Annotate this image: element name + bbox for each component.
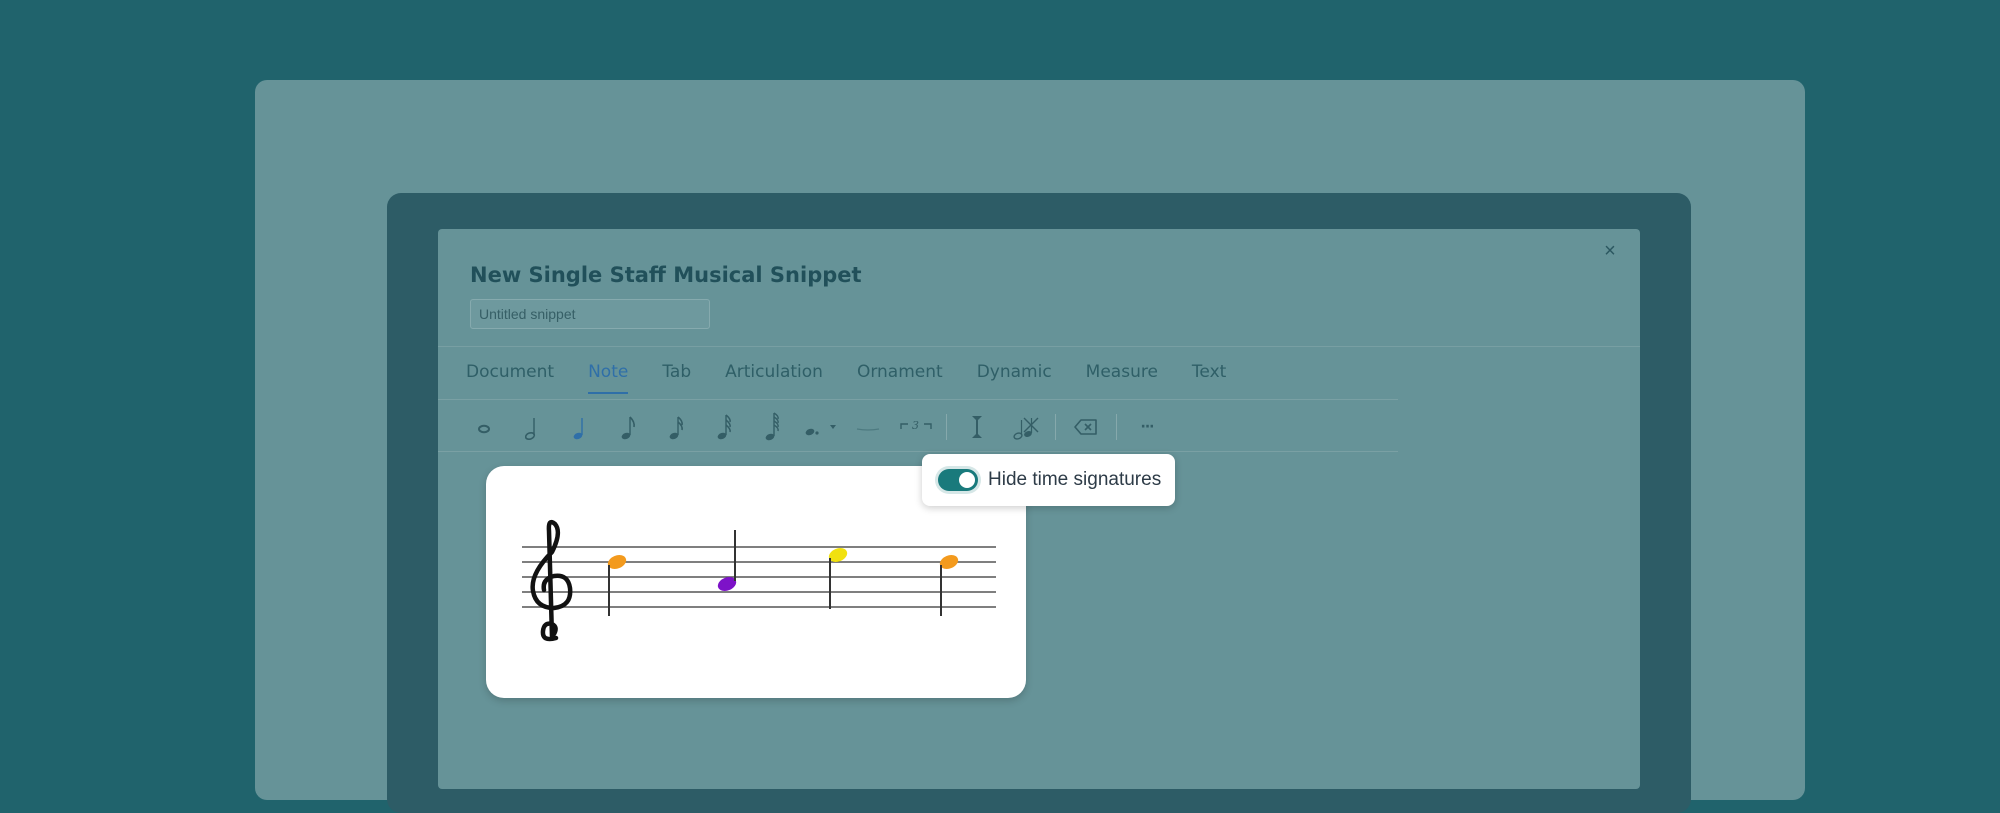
time-signature-toggle-popover: Hide time signatures xyxy=(922,454,1176,506)
tuplet-number: 3 xyxy=(912,419,919,432)
eighth-note-icon xyxy=(621,416,635,440)
tab-document[interactable]: Document xyxy=(466,362,554,394)
tab-ornament[interactable]: Ornament xyxy=(857,362,943,394)
quarter-note-button[interactable] xyxy=(556,407,604,447)
rest-toggle-button[interactable] xyxy=(1001,407,1049,447)
half-note-button[interactable] xyxy=(508,407,556,447)
treble-clef-icon xyxy=(530,519,573,642)
dotted-note-button[interactable] xyxy=(796,407,844,447)
eighth-note-button[interactable] xyxy=(604,407,652,447)
staff-lines xyxy=(522,546,996,608)
thirty-second-note-icon xyxy=(717,414,731,440)
tie-icon xyxy=(856,428,880,431)
header-divider xyxy=(438,346,1640,347)
rest-toggle-icon xyxy=(1013,417,1039,440)
toolbar-divider xyxy=(438,399,1398,400)
quarter-note-icon xyxy=(573,418,583,440)
sixteenth-note-icon xyxy=(669,416,683,440)
snippet-title-input[interactable] xyxy=(470,299,710,329)
dialog-title: New Single Staff Musical Snippet xyxy=(470,263,862,287)
sixty-fourth-note-icon xyxy=(765,412,779,441)
text-cursor-button[interactable] xyxy=(953,407,1001,447)
close-button[interactable]: × xyxy=(1598,239,1622,263)
tab-tab[interactable]: Tab xyxy=(662,362,691,394)
tab-text[interactable]: Text xyxy=(1192,362,1226,394)
note-toolbar: 3 ··· xyxy=(460,404,1171,450)
whole-note-icon xyxy=(478,424,490,434)
tab-articulation[interactable]: Articulation xyxy=(725,362,823,394)
toggle-label: Hide time signatures xyxy=(988,469,1162,490)
tab-bar: Document Note Tab Articulation Ornament … xyxy=(466,362,1260,394)
dotted-note-icon xyxy=(805,425,836,436)
tab-measure[interactable]: Measure xyxy=(1086,362,1158,394)
sixteenth-note-button[interactable] xyxy=(652,407,700,447)
backspace-button[interactable] xyxy=(1062,407,1110,447)
text-cursor-icon xyxy=(972,416,982,438)
tie-button[interactable] xyxy=(844,407,892,447)
tuplet-button[interactable]: 3 xyxy=(892,407,940,447)
whole-note-button[interactable] xyxy=(460,407,508,447)
hide-time-signatures-toggle[interactable] xyxy=(938,469,978,491)
toolbar-divider xyxy=(438,451,1398,452)
more-button[interactable]: ··· xyxy=(1123,407,1171,447)
toolbar-separator xyxy=(1055,414,1056,440)
half-note-icon xyxy=(524,418,536,441)
toolbar-separator xyxy=(1116,414,1117,440)
sixty-fourth-note-button[interactable] xyxy=(748,407,796,447)
tab-note[interactable]: Note xyxy=(588,362,629,394)
tab-dynamic[interactable]: Dynamic xyxy=(977,362,1052,394)
thirty-second-note-button[interactable] xyxy=(700,407,748,447)
tuplet-icon: 3 xyxy=(900,419,932,432)
backspace-icon xyxy=(1074,419,1097,435)
toggle-knob xyxy=(959,472,975,488)
more-icon: ··· xyxy=(1140,419,1155,435)
toolbar-separator xyxy=(946,414,947,440)
